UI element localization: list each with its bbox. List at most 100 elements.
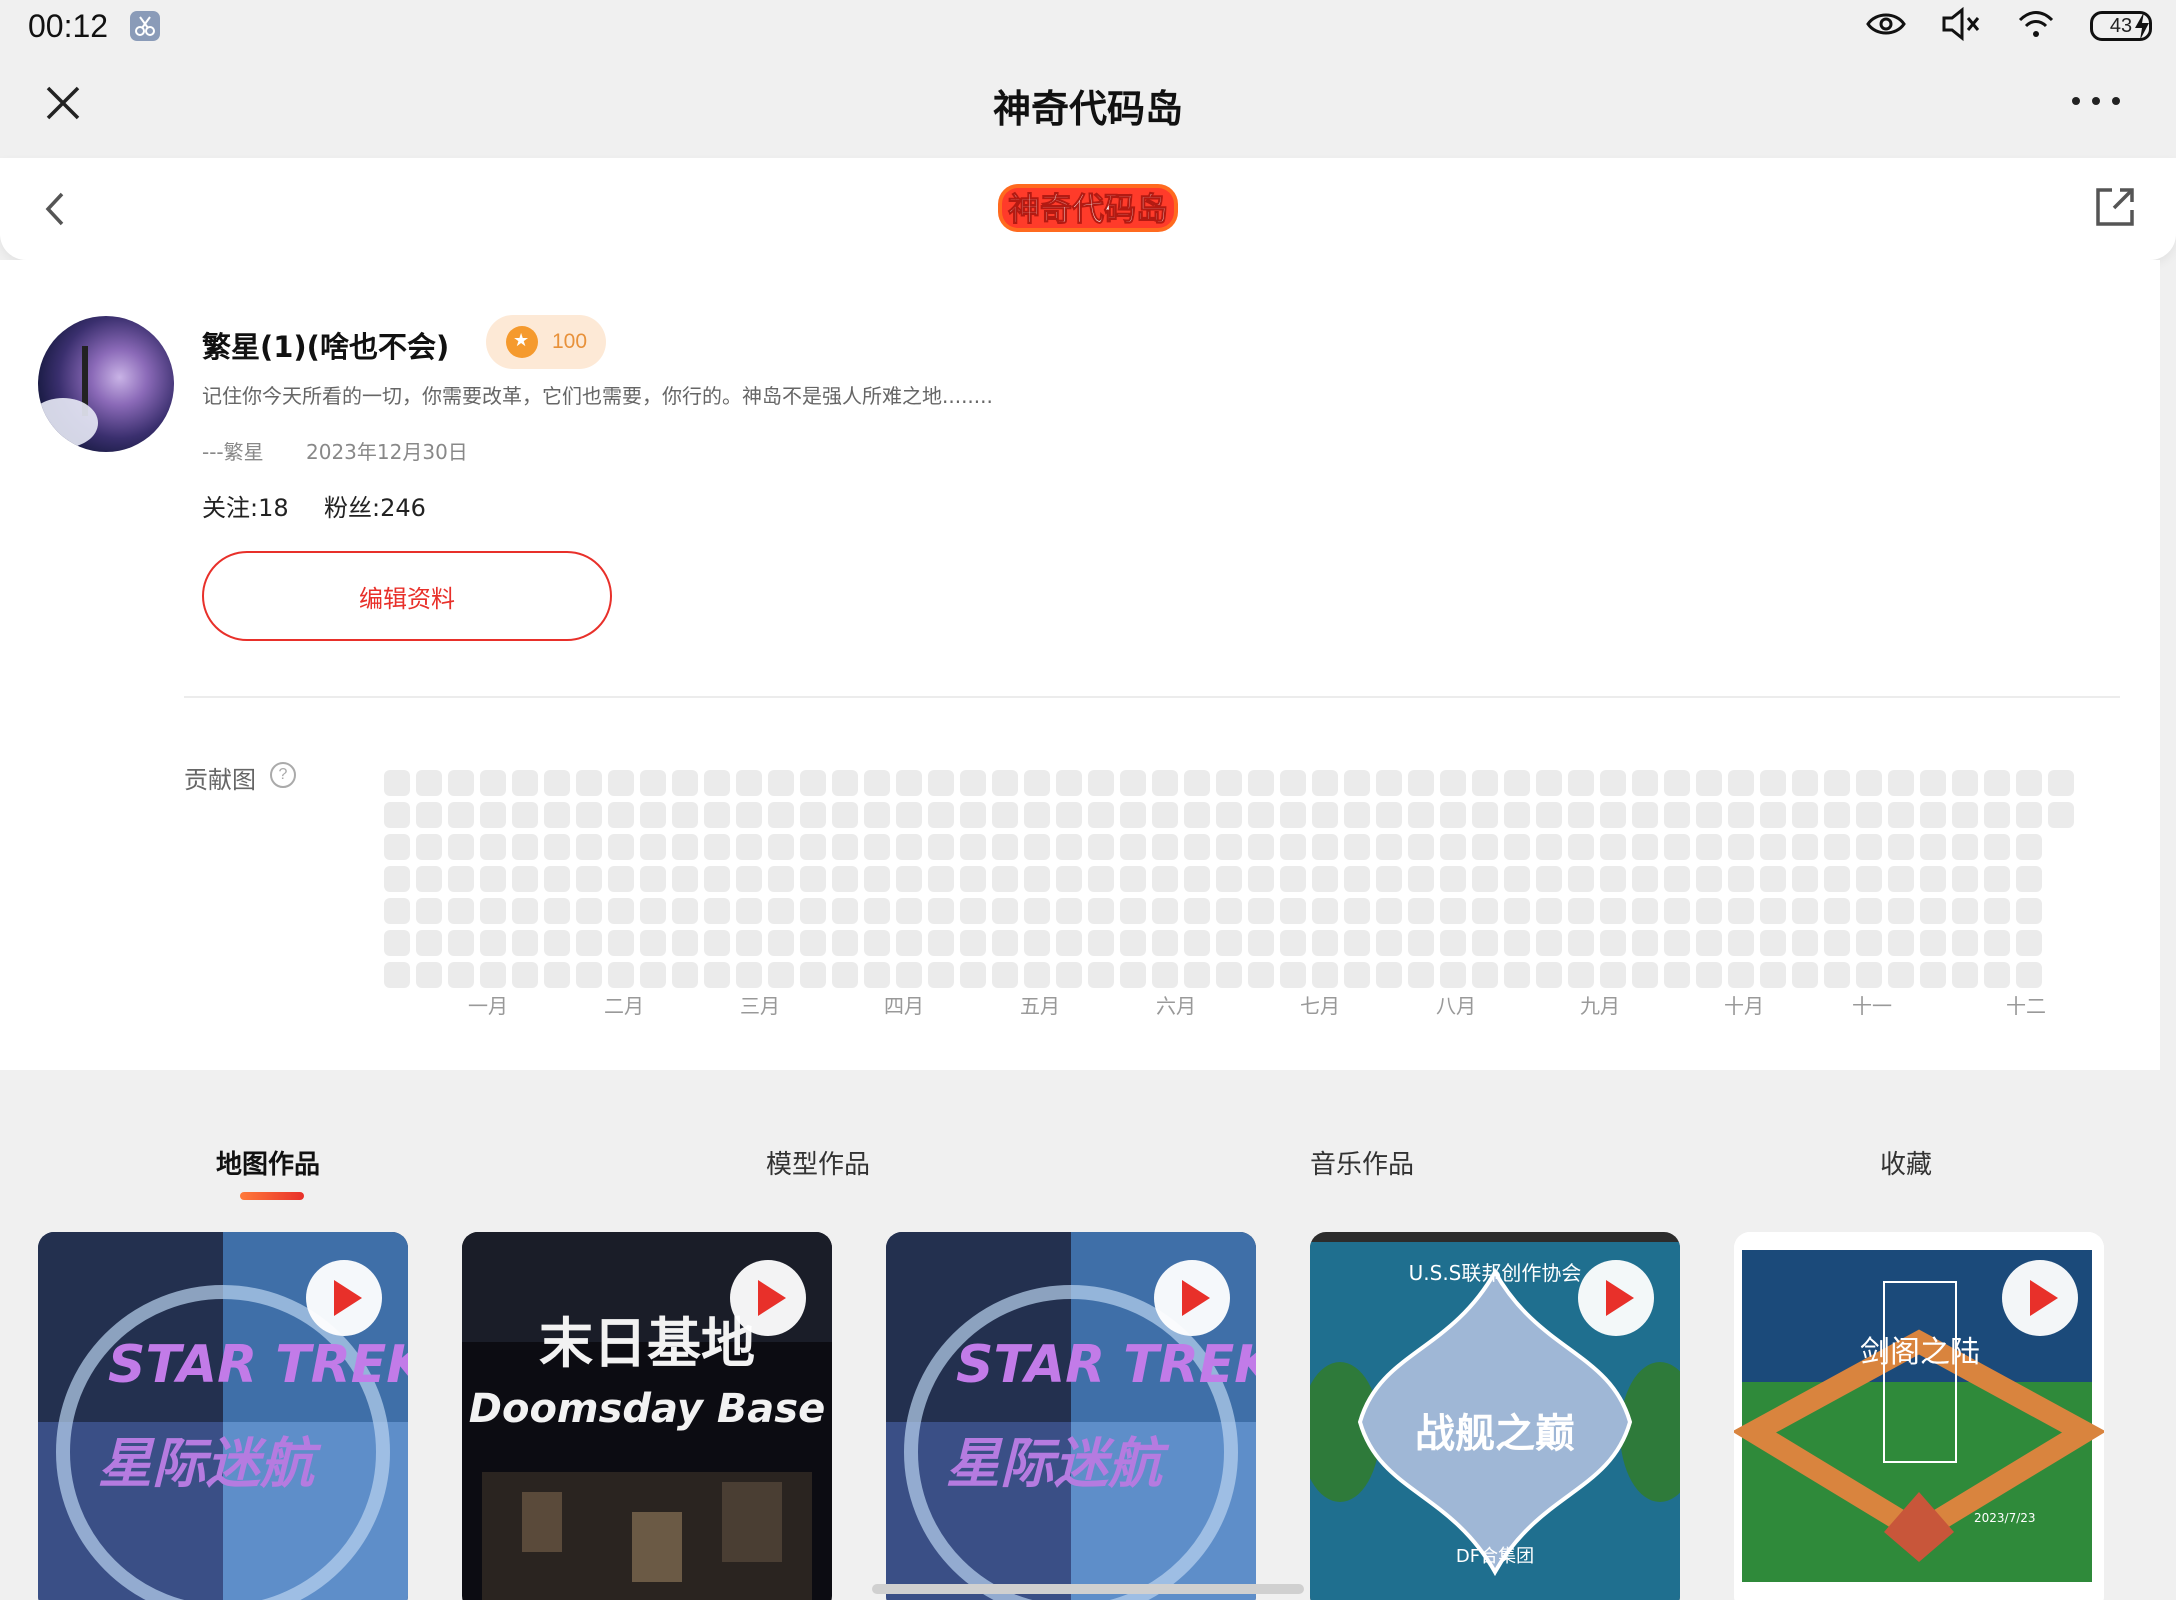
- contribution-cell: [1728, 802, 1754, 828]
- contribution-cell: [448, 834, 474, 860]
- contribution-cell: [480, 962, 506, 988]
- contribution-cell: [2016, 834, 2042, 860]
- contribution-cell: [1536, 898, 1562, 924]
- contribution-cell: [384, 930, 410, 956]
- work-card[interactable]: 末日基地 Doomsday Base: [462, 1232, 832, 1600]
- contribution-cell: [1504, 930, 1530, 956]
- contribution-cell: [416, 930, 442, 956]
- contribution-cell: [1920, 866, 1946, 892]
- contribution-cell: [672, 866, 698, 892]
- contribution-cell: [1952, 866, 1978, 892]
- contribution-cell: [1152, 770, 1178, 796]
- month-label: 三月: [740, 994, 780, 1018]
- contribution-cell: [1120, 770, 1146, 796]
- contribution-cell: [1472, 930, 1498, 956]
- contribution-cell: [992, 802, 1018, 828]
- contribution-cell: [1536, 770, 1562, 796]
- contribution-cell: [896, 866, 922, 892]
- open-external-icon[interactable]: [2090, 184, 2138, 232]
- contribution-cell: [1632, 866, 1658, 892]
- contribution-cell: [1376, 834, 1402, 860]
- contribution-cell: [1824, 866, 1850, 892]
- edit-profile-button[interactable]: 编辑资料: [202, 551, 612, 641]
- contribution-cell: [544, 866, 570, 892]
- site-header: 神奇代码岛: [0, 158, 2176, 260]
- contribution-cell: [672, 834, 698, 860]
- work-card[interactable]: U.S.S联邦创作协会 战舰之巅 DF合集团: [1310, 1232, 1680, 1600]
- play-button[interactable]: [1154, 1260, 1230, 1336]
- contribution-cell: [544, 802, 570, 828]
- contribution-cell: [1952, 802, 1978, 828]
- month-label: 十月: [1724, 994, 1764, 1018]
- contribution-cell: [1376, 866, 1402, 892]
- contribution-cell: [608, 930, 634, 956]
- contribution-cell: [1568, 866, 1594, 892]
- play-button[interactable]: [730, 1260, 806, 1336]
- contribution-cell: [1824, 834, 1850, 860]
- contribution-cell: [1792, 834, 1818, 860]
- contribution-cell: [1440, 866, 1466, 892]
- contribution-cell: [896, 834, 922, 860]
- contribution-cell: [1824, 962, 1850, 988]
- contribution-cell: [736, 898, 762, 924]
- contribution-cell: [1920, 770, 1946, 796]
- work-card[interactable]: STAR TREK 星际迷航: [886, 1232, 1256, 1600]
- contribution-cell: [1728, 770, 1754, 796]
- contribution-cell: [768, 930, 794, 956]
- following-count[interactable]: 关注:18: [202, 488, 289, 523]
- contribution-cell: [736, 866, 762, 892]
- logo-text: 神奇代码岛: [1008, 190, 1168, 228]
- contribution-cell: [480, 834, 506, 860]
- contribution-cell: [1056, 962, 1082, 988]
- contribution-cell: [832, 962, 858, 988]
- play-button[interactable]: [1578, 1260, 1654, 1336]
- scrollbar[interactable]: [872, 1584, 1304, 1594]
- contribution-cell: [1120, 930, 1146, 956]
- contribution-cell: [1088, 898, 1114, 924]
- contribution-cell: [768, 898, 794, 924]
- followers-count[interactable]: 粉丝:246: [324, 488, 426, 523]
- contribution-cell: [928, 770, 954, 796]
- avatar[interactable]: [38, 316, 174, 452]
- tab-favorites[interactable]: 收藏: [1880, 1144, 1932, 1181]
- help-icon[interactable]: ?: [270, 762, 296, 788]
- work-card[interactable]: 剑阁之陆 2023/7/23: [1734, 1232, 2104, 1600]
- contribution-cell: [960, 770, 986, 796]
- contribution-cell: [416, 866, 442, 892]
- contribution-cell: [1504, 834, 1530, 860]
- tab-map-works[interactable]: 地图作品: [216, 1144, 320, 1181]
- contribution-cell: [1312, 834, 1338, 860]
- contribution-cell: [864, 834, 890, 860]
- contribution-cell: [2016, 866, 2042, 892]
- contribution-cell: [1792, 898, 1818, 924]
- tab-model-works[interactable]: 模型作品: [766, 1144, 870, 1181]
- contribution-cell: [1056, 898, 1082, 924]
- svg-text:U.S.S联邦创作协会: U.S.S联邦创作协会: [1409, 1261, 1582, 1285]
- contribution-cell: [1152, 802, 1178, 828]
- contribution-cell: [1984, 866, 2010, 892]
- contribution-cell: [1440, 930, 1466, 956]
- tab-music-works[interactable]: 音乐作品: [1310, 1144, 1414, 1181]
- contribution-cell: [448, 770, 474, 796]
- profile-author: ---繁星: [202, 440, 264, 464]
- contribution-cell: [1184, 962, 1210, 988]
- work-card[interactable]: STAR TREK 星际迷航: [38, 1232, 408, 1600]
- contribution-cell: [992, 898, 1018, 924]
- contribution-cell: [576, 834, 602, 860]
- site-logo[interactable]: 神奇代码岛: [996, 178, 1180, 238]
- contribution-cell: [832, 898, 858, 924]
- contribution-cell: [1600, 962, 1626, 988]
- contribution-cell: [576, 962, 602, 988]
- eye-icon: [1866, 10, 1906, 42]
- contribution-cell: [1952, 930, 1978, 956]
- status-time: 00:12: [28, 8, 109, 44]
- contribution-cell: [512, 802, 538, 828]
- play-button[interactable]: [2002, 1260, 2078, 1336]
- contribution-cell: [640, 834, 666, 860]
- back-icon[interactable]: [36, 188, 76, 230]
- contribution-cell: [384, 962, 410, 988]
- play-button[interactable]: [306, 1260, 382, 1336]
- more-options-icon[interactable]: [2066, 86, 2126, 116]
- wifi-icon: [2016, 8, 2056, 44]
- contribution-cell: [864, 930, 890, 956]
